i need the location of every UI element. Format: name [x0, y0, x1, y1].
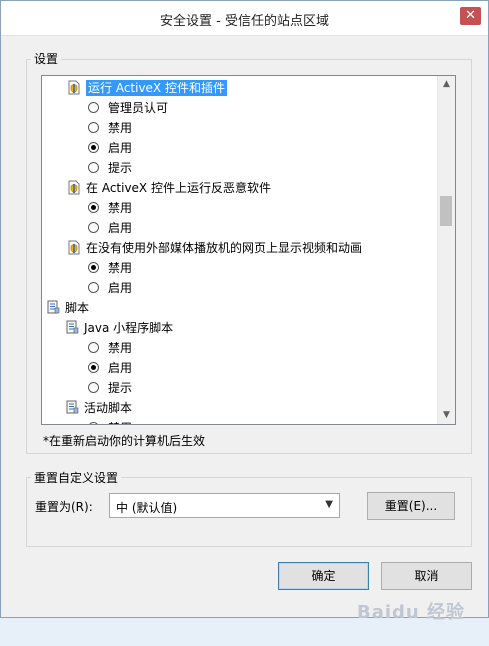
- list-item-label: 启用: [108, 221, 133, 235]
- watermark: Baidu 经验: [356, 602, 465, 623]
- radio-unchecked-icon[interactable]: [88, 102, 99, 113]
- list-item-label: 启用: [108, 361, 133, 375]
- list-item-label: 启用: [108, 141, 133, 155]
- radio-option[interactable]: 禁用: [88, 418, 132, 424]
- document-shield-icon: [68, 240, 80, 255]
- list-item-label: 禁用: [108, 201, 133, 215]
- radio-unchecked-icon[interactable]: [88, 122, 99, 133]
- radio-option[interactable]: 提示: [88, 158, 132, 178]
- list-item-label: Java 小程序脚本: [84, 321, 174, 335]
- script-icon: [66, 320, 79, 335]
- reset-level-value: 中 (默认值): [116, 501, 178, 515]
- radio-option[interactable]: 启用: [88, 278, 132, 298]
- setting-header-row[interactable]: 在 ActiveX 控件上运行反恶意软件: [68, 178, 271, 198]
- radio-option[interactable]: 禁用: [88, 118, 132, 138]
- reset-group-legend: 重置自定义设置: [31, 469, 122, 486]
- radio-unchecked-icon[interactable]: [88, 222, 99, 233]
- list-item-label: 禁用: [108, 341, 133, 355]
- radio-option[interactable]: 启用: [88, 138, 132, 158]
- radio-checked-icon[interactable]: [88, 202, 99, 213]
- vertical-scrollbar[interactable]: ▲ ▼: [437, 76, 455, 424]
- restart-note: *在重新启动你的计算机后生效: [43, 434, 206, 448]
- scroll-thumb[interactable]: [440, 196, 452, 226]
- cancel-button[interactable]: 取消: [381, 562, 472, 590]
- list-item-label: 活动脚本: [84, 401, 133, 415]
- list-item-label: 在没有使用外部媒体播放机的网页上显示视频和动画: [86, 241, 363, 255]
- radio-option[interactable]: 禁用: [88, 258, 132, 278]
- radio-checked-icon[interactable]: [88, 262, 99, 273]
- radio-unchecked-icon[interactable]: [88, 282, 99, 293]
- chevron-down-icon: ▼: [325, 499, 333, 510]
- list-item-label: 提示: [108, 161, 133, 175]
- reset-button[interactable]: 重置(E)...: [367, 492, 455, 520]
- list-item-label: 禁用: [108, 121, 133, 135]
- document-shield-icon: [68, 180, 80, 195]
- setting-header-row[interactable]: Java 小程序脚本: [66, 318, 173, 338]
- radio-option[interactable]: 禁用: [88, 338, 132, 358]
- settings-listbox[interactable]: 运行 ActiveX 控件和插件 管理员认可 禁用 启用 提示在 ActiveX 控件上…: [41, 75, 456, 425]
- setting-header-row[interactable]: 运行 ActiveX 控件和插件: [68, 78, 227, 98]
- radio-unchecked-icon[interactable]: [88, 162, 99, 173]
- radio-option[interactable]: 提示: [88, 378, 132, 398]
- list-item-label: 提示: [108, 381, 133, 395]
- reset-level-select[interactable]: 中 (默认值) ▼: [109, 493, 340, 518]
- close-button[interactable]: ✕: [460, 7, 481, 25]
- scroll-up-icon[interactable]: ▲: [438, 76, 455, 93]
- radio-option[interactable]: 管理员认可: [88, 98, 168, 118]
- window-title: 安全设置 - 受信任的站点区域: [160, 14, 329, 29]
- scroll-down-icon[interactable]: ▼: [438, 407, 455, 424]
- title-bar: 安全设置 - 受信任的站点区域 ✕: [1, 1, 488, 36]
- radio-option[interactable]: 禁用: [88, 198, 132, 218]
- settings-group-legend: 设置: [31, 50, 62, 67]
- radio-option[interactable]: 启用: [88, 218, 132, 238]
- category-row[interactable]: 脚本: [47, 298, 89, 318]
- security-settings-dialog: 安全设置 - 受信任的站点区域 ✕ 设置 运行 ActiveX 控件和插件管理员…: [0, 0, 489, 618]
- list-item-label: 运行 ActiveX 控件和插件: [86, 80, 227, 96]
- reset-to-label: 重置为(R):: [35, 500, 93, 514]
- radio-unchecked-icon[interactable]: [88, 382, 99, 393]
- list-item-label: 禁用: [108, 421, 132, 424]
- script-icon: [66, 400, 79, 415]
- close-icon: ✕: [465, 8, 476, 23]
- setting-header-row[interactable]: 活动脚本: [66, 398, 132, 418]
- radio-checked-icon[interactable]: [88, 362, 99, 373]
- ok-button[interactable]: 确定: [278, 562, 369, 590]
- radio-unchecked-icon[interactable]: [88, 422, 99, 424]
- list-item-label: 在 ActiveX 控件上运行反恶意软件: [86, 181, 271, 195]
- document-shield-icon: [68, 80, 80, 95]
- script-icon: [47, 300, 60, 315]
- setting-header-row[interactable]: 在没有使用外部媒体播放机的网页上显示视频和动画: [68, 238, 362, 258]
- radio-unchecked-icon[interactable]: [88, 342, 99, 353]
- list-item-label: 禁用: [108, 261, 133, 275]
- list-item-label: 启用: [108, 281, 133, 295]
- reset-button-label: 重置(E)...: [384, 499, 438, 513]
- cancel-button-label: 取消: [414, 569, 439, 583]
- radio-option[interactable]: 启用: [88, 358, 132, 378]
- radio-checked-icon[interactable]: [88, 142, 99, 153]
- ok-button-label: 确定: [311, 569, 336, 583]
- list-item-label: 脚本: [65, 301, 90, 315]
- list-item-label: 管理员认可: [108, 101, 169, 115]
